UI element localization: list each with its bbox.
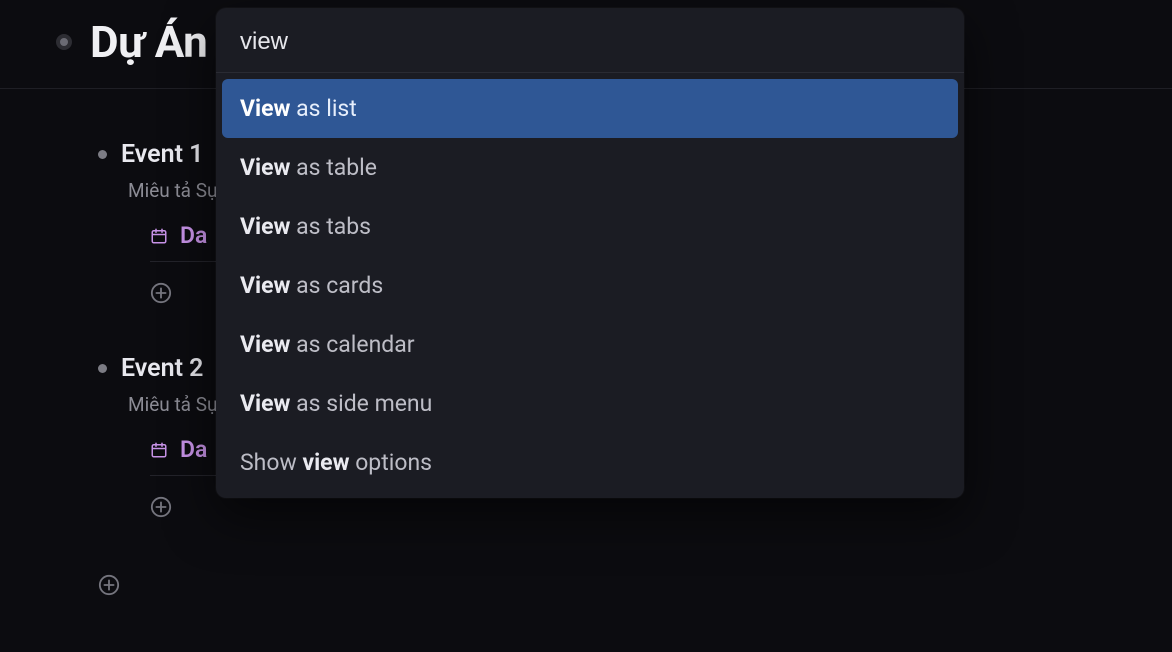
plus-circle-icon (150, 496, 172, 518)
command-item-match: View (240, 95, 290, 122)
command-results-list: View as listView as tableView as tabsVie… (216, 73, 964, 498)
command-result-item[interactable]: View as side menu (222, 374, 958, 433)
command-result-item[interactable]: View as cards (222, 256, 958, 315)
command-popover: View as listView as tableView as tabsVie… (216, 8, 964, 498)
calendar-icon (150, 441, 168, 459)
command-item-rest: as list (290, 95, 356, 122)
calendar-icon (150, 227, 168, 245)
command-result-item[interactable]: View as list (222, 79, 958, 138)
command-search-row (216, 8, 964, 72)
command-item-rest: as tabs (290, 213, 371, 240)
page-title: Dự Án (90, 16, 207, 68)
command-item-rest: as side menu (290, 390, 432, 417)
plus-circle-icon (98, 574, 120, 596)
command-result-item[interactable]: View as calendar (222, 315, 958, 374)
command-item-rest: options (349, 449, 432, 476)
command-result-item[interactable]: Show view options (222, 433, 958, 492)
bullet-icon (98, 364, 107, 373)
command-item-match: View (240, 272, 290, 299)
command-item-rest: as calendar (290, 331, 414, 358)
event-title: Event 1 (121, 140, 203, 169)
date-field-label: Da (180, 222, 207, 249)
command-item-match: View (240, 154, 290, 181)
command-item-rest: as table (290, 154, 377, 181)
page-status-dot (56, 34, 72, 50)
event-title: Event 2 (121, 354, 203, 383)
command-item-match: View (240, 331, 290, 358)
add-block-button[interactable] (98, 574, 120, 596)
command-result-item[interactable]: View as tabs (222, 197, 958, 256)
bullet-icon (98, 150, 107, 159)
command-item-match: View (240, 390, 290, 417)
command-item-match: view (302, 449, 349, 476)
add-field-button[interactable] (150, 496, 968, 518)
date-field-label: Da (180, 436, 207, 463)
plus-circle-icon (150, 282, 172, 304)
command-result-item[interactable]: View as table (222, 138, 958, 197)
command-item-prefix: Show (240, 449, 302, 476)
command-item-match: View (240, 213, 290, 240)
command-item-rest: as cards (290, 272, 383, 299)
command-search-input[interactable] (240, 28, 940, 56)
